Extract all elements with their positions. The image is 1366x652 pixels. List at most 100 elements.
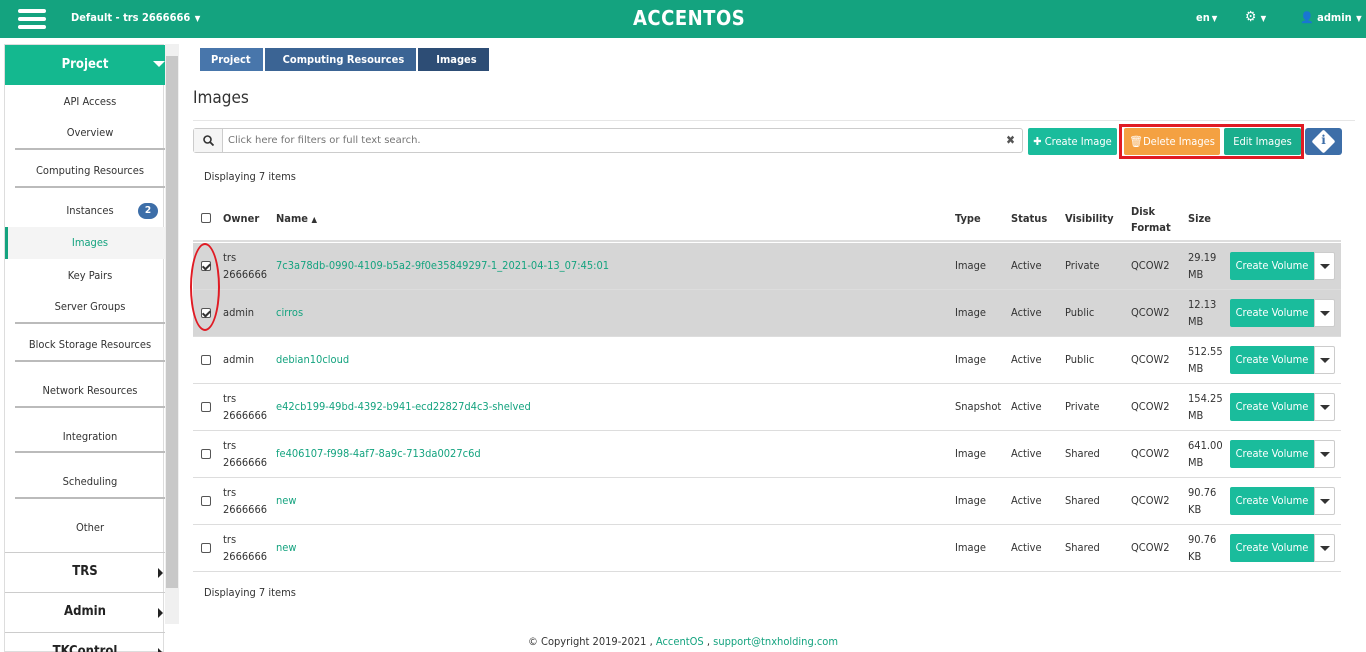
create-volume-button[interactable]: Create Volume bbox=[1230, 346, 1314, 374]
chevron-down-icon bbox=[153, 61, 165, 67]
accentos-link[interactable]: AccentOS bbox=[656, 635, 704, 648]
disk-format-cell: QCOW2 bbox=[1131, 306, 1170, 319]
project-selector[interactable]: Default - trs 2666666 ▼ bbox=[71, 11, 200, 24]
column-status[interactable]: Status bbox=[1011, 212, 1047, 225]
owner-cell: trs 2666666 bbox=[223, 533, 268, 563]
row-actions-dropdown[interactable] bbox=[1314, 252, 1335, 280]
breadcrumb-computing-resources[interactable]: Computing Resources bbox=[264, 48, 417, 71]
settings-menu[interactable]: ⚙ ▼ bbox=[1245, 9, 1266, 25]
create-volume-button[interactable]: Create Volume bbox=[1230, 487, 1314, 515]
row-checkbox[interactable] bbox=[201, 496, 211, 506]
column-name[interactable]: Name ▲ bbox=[276, 212, 317, 225]
image-name-link[interactable]: new bbox=[276, 539, 296, 556]
image-name-link[interactable]: new bbox=[276, 492, 296, 509]
type-cell: Image bbox=[955, 353, 986, 366]
disk-format-cell: QCOW2 bbox=[1131, 494, 1170, 507]
sidebar-item-network-resources[interactable]: Network Resources bbox=[15, 384, 165, 397]
instances-count-badge: 2 bbox=[138, 203, 158, 219]
sort-asc-icon: ▲ bbox=[311, 215, 317, 224]
user-icon: 👤 bbox=[1300, 11, 1314, 24]
row-actions-dropdown[interactable] bbox=[1314, 299, 1335, 327]
chevron-down-icon: ▼ bbox=[1211, 14, 1218, 23]
search-input[interactable] bbox=[228, 131, 988, 150]
visibility-cell: Public bbox=[1065, 306, 1095, 319]
image-name-link[interactable]: cirros bbox=[276, 304, 303, 321]
table-row[interactable]: admin debian10cloud Image Active Public QCOW2… bbox=[193, 337, 1341, 384]
image-name-link[interactable]: debian10cloud bbox=[276, 351, 349, 368]
table-row[interactable]: trs 2666666 7c3a78db-0990-4109-b5a2-9f0e3… bbox=[193, 243, 1341, 290]
menu-icon[interactable] bbox=[18, 9, 46, 29]
table-row[interactable]: trs 2666666 fe406107-f998-4af7-8a9c-713da… bbox=[193, 431, 1341, 478]
info-button[interactable]: i bbox=[1305, 128, 1342, 155]
image-name-link[interactable]: 7c3a78db-0990-4109-b5a2-9f0e35849297-1_2… bbox=[276, 257, 609, 274]
disk-format-cell: QCOW2 bbox=[1131, 447, 1170, 460]
row-actions-dropdown[interactable] bbox=[1314, 534, 1335, 562]
status-cell: Active bbox=[1011, 447, 1042, 460]
create-volume-button[interactable]: Create Volume bbox=[1230, 534, 1314, 562]
sidebar-item-scheduling[interactable]: Scheduling bbox=[15, 475, 165, 488]
create-volume-button[interactable]: Create Volume bbox=[1230, 299, 1314, 327]
brand-logo: ACCENTOS bbox=[633, 6, 746, 30]
table-row[interactable]: trs 2666666 new Image Active Shared QCOW2 90.7… bbox=[193, 478, 1341, 525]
sidebar-item-other[interactable]: Other bbox=[15, 521, 165, 534]
sidebar-group-admin[interactable]: Admin bbox=[5, 592, 165, 632]
visibility-cell: Private bbox=[1065, 259, 1100, 272]
create-volume-button[interactable]: Create Volume bbox=[1230, 252, 1314, 280]
owner-cell: trs 2666666 bbox=[223, 392, 268, 422]
row-checkbox[interactable] bbox=[201, 449, 211, 459]
status-cell: Active bbox=[1011, 400, 1042, 413]
column-disk-format[interactable]: Disk Format bbox=[1131, 204, 1171, 236]
visibility-cell: Private bbox=[1065, 400, 1100, 413]
sidebar-item-block-storage[interactable]: Block Storage Resources bbox=[15, 338, 165, 351]
row-actions-dropdown[interactable] bbox=[1314, 393, 1335, 421]
plus-icon: ✚ bbox=[1033, 135, 1042, 148]
table-row[interactable]: trs 2666666 new Image Active Shared QCOW2 90.7… bbox=[193, 525, 1341, 572]
sidebar-item-key-pairs[interactable]: Key Pairs bbox=[15, 269, 165, 282]
table-row[interactable]: admin cirros Image Active Public QCOW2 12.13 M… bbox=[193, 290, 1341, 337]
column-type[interactable]: Type bbox=[955, 212, 981, 225]
sidebar-group-label: Admin bbox=[64, 604, 106, 619]
language-selector[interactable]: en ▼ bbox=[1196, 11, 1217, 24]
type-cell: Snapshot bbox=[955, 400, 1002, 413]
column-owner[interactable]: Owner bbox=[223, 212, 259, 225]
sidebar-item-overview[interactable]: Overview bbox=[15, 126, 165, 139]
column-size[interactable]: Size bbox=[1188, 212, 1211, 225]
sidebar-item-computing-resources[interactable]: Computing Resources bbox=[15, 164, 165, 177]
column-name-label: Name bbox=[276, 212, 308, 225]
breadcrumb: Project Computing Resources Images bbox=[200, 48, 491, 71]
user-name: admin bbox=[1317, 11, 1352, 24]
status-cell: Active bbox=[1011, 306, 1042, 319]
sidebar-item-images[interactable]: Images bbox=[15, 236, 165, 249]
clear-search-icon[interactable]: ✖ bbox=[1006, 133, 1015, 147]
type-cell: Image bbox=[955, 306, 986, 319]
create-volume-button[interactable]: Create Volume bbox=[1230, 440, 1314, 468]
sidebar-item-integration[interactable]: Integration bbox=[15, 430, 165, 443]
sidebar-project-header[interactable]: Project bbox=[5, 45, 165, 85]
breadcrumb-project[interactable]: Project bbox=[200, 48, 263, 71]
search-icon[interactable] bbox=[194, 129, 223, 152]
row-actions-dropdown[interactable] bbox=[1314, 487, 1335, 515]
table-row[interactable]: trs 2666666 e42cb199-49bd-4392-b941-ecd22… bbox=[193, 384, 1341, 431]
sidebar-group-trs[interactable]: TRS bbox=[5, 552, 165, 592]
create-volume-button[interactable]: Create Volume bbox=[1230, 393, 1314, 421]
sidebar: Project API Access Overview Computing Re… bbox=[4, 44, 165, 652]
row-checkbox[interactable] bbox=[201, 402, 211, 412]
create-image-button[interactable]: ✚ Create Image bbox=[1028, 128, 1117, 155]
support-email-link[interactable]: support@tnxholding.com bbox=[713, 635, 838, 648]
footer: © Copyright 2019-2021 , AccentOS , suppo… bbox=[0, 635, 1366, 648]
create-image-label: Create Image bbox=[1044, 135, 1112, 148]
column-visibility[interactable]: Visibility bbox=[1065, 212, 1114, 225]
row-checkbox[interactable] bbox=[201, 543, 211, 553]
sidebar-scrollbar-thumb[interactable] bbox=[166, 56, 178, 588]
user-menu[interactable]: 👤 admin ▼ bbox=[1300, 11, 1362, 24]
image-name-link[interactable]: e42cb199-49bd-4392-b941-ecd22827d4c3-she… bbox=[276, 398, 531, 415]
row-checkbox[interactable] bbox=[201, 355, 211, 365]
sidebar-item-api-access[interactable]: API Access bbox=[15, 95, 165, 108]
image-name-link[interactable]: fe406107-f998-4af7-8a9c-713da0027c6d bbox=[276, 445, 481, 462]
sidebar-item-server-groups[interactable]: Server Groups bbox=[15, 300, 165, 313]
owner-cell: trs 2666666 bbox=[223, 251, 268, 281]
divider bbox=[15, 360, 165, 362]
select-all-checkbox[interactable] bbox=[201, 213, 211, 223]
row-actions-dropdown[interactable] bbox=[1314, 440, 1335, 468]
row-actions-dropdown[interactable] bbox=[1314, 346, 1335, 374]
